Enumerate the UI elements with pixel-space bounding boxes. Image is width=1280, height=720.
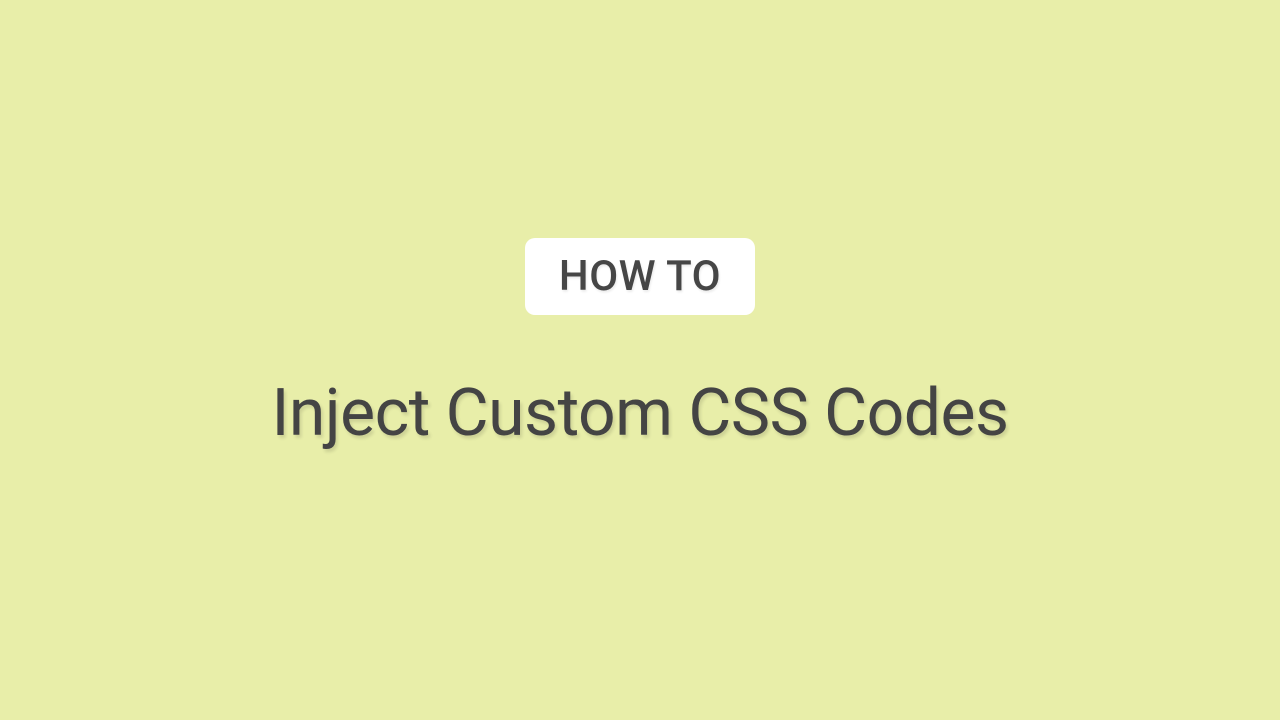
badge: HOW TO — [525, 238, 755, 315]
main-title: Inject Custom CSS Codes — [271, 375, 1008, 452]
title-card: HOW TO Inject Custom CSS Codes — [271, 238, 1008, 452]
badge-label: HOW TO — [559, 252, 721, 301]
